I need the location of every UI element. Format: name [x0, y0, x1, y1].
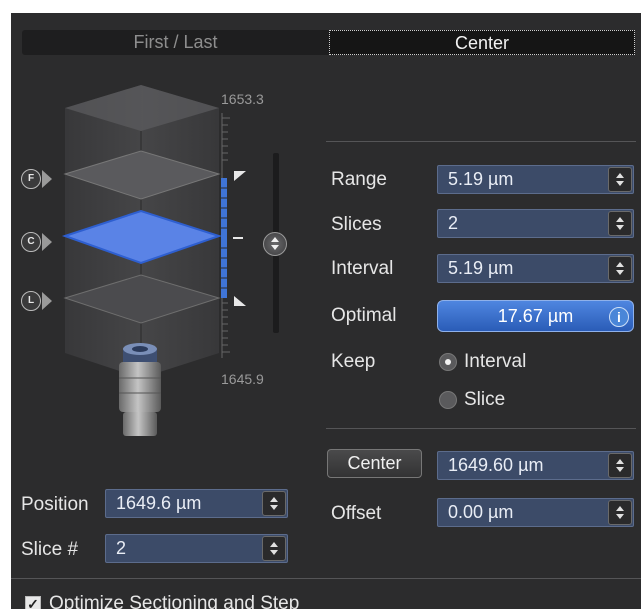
range-field[interactable]: 5.19 µm: [437, 165, 634, 194]
slice-number-label: Slice #: [21, 539, 79, 560]
position-spinner[interactable]: [262, 491, 286, 516]
range-top-marker: [234, 171, 246, 181]
keep-slice-radio[interactable]: [439, 391, 457, 409]
first-marker[interactable]: F: [21, 169, 41, 189]
slices-label: Slices: [331, 214, 382, 235]
offset-spinner[interactable]: [608, 500, 632, 525]
interval-label: Interval: [331, 258, 394, 279]
z-stack-diagram: [61, 85, 279, 436]
range-bar: [221, 178, 227, 298]
keep-label: Keep: [331, 351, 376, 372]
stack-top-value: 1653.3: [221, 91, 264, 107]
slices-field[interactable]: 2: [437, 209, 634, 238]
keep-slice-label[interactable]: Slice: [464, 389, 505, 411]
optimize-label[interactable]: Optimize Sectioning and Step: [49, 593, 299, 609]
interval-field[interactable]: 5.19 µm: [437, 254, 634, 283]
keep-interval-label[interactable]: Interval: [464, 351, 526, 373]
range-bottom-marker: [234, 296, 246, 306]
center-marker-arrow: [42, 233, 52, 251]
tab-center[interactable]: Center: [329, 30, 635, 55]
position-value: 1649.6 µm: [116, 493, 202, 513]
keep-interval-radio[interactable]: [439, 353, 457, 371]
divider-top: [326, 141, 636, 142]
center-button[interactable]: Center: [327, 449, 422, 478]
position-label: Position: [21, 494, 89, 515]
slice-number-spinner[interactable]: [262, 536, 286, 561]
last-marker[interactable]: L: [21, 291, 41, 311]
offset-field[interactable]: 0.00 µm: [437, 498, 634, 527]
slice-number-value: 2: [116, 538, 127, 558]
divider-middle: [326, 428, 636, 429]
center-spinner[interactable]: [608, 453, 632, 478]
optimal-label: Optimal: [331, 305, 397, 326]
slices-spinner[interactable]: [608, 211, 632, 236]
divider-bottom: [11, 578, 641, 579]
position-field[interactable]: 1649.6 µm: [105, 489, 288, 518]
range-label: Range: [331, 169, 387, 190]
last-marker-arrow: [42, 292, 52, 310]
objective-icon: [119, 343, 161, 436]
optimize-checkbox[interactable]: ✓: [25, 596, 41, 609]
offset-label: Offset: [331, 503, 382, 524]
center-field[interactable]: 1649.60 µm: [437, 451, 634, 480]
range-spinner[interactable]: [608, 167, 632, 192]
slice-number-field[interactable]: 2: [105, 534, 288, 563]
offset-value: 0.00 µm: [448, 502, 514, 522]
first-marker-arrow: [42, 170, 52, 188]
optimal-value: 17.67 µm: [497, 306, 574, 326]
interval-value: 5.19 µm: [448, 258, 514, 278]
range-value: 5.19 µm: [448, 169, 514, 189]
center-marker[interactable]: C: [21, 232, 41, 252]
focus-slider-knob[interactable]: [263, 232, 287, 256]
up-down-icon: [271, 237, 279, 242]
z-stack-panel: First / Last Center 1653.3 1645.9 F C L …: [11, 13, 641, 609]
center-value: 1649.60 µm: [448, 455, 544, 475]
optimal-button[interactable]: 17.67 µm i: [437, 300, 634, 332]
slices-value: 2: [448, 213, 459, 233]
info-icon[interactable]: i: [609, 307, 629, 327]
stack-bottom-value: 1645.9: [221, 371, 264, 387]
interval-spinner[interactable]: [608, 256, 632, 281]
up-down-icon-lower: [271, 245, 279, 250]
